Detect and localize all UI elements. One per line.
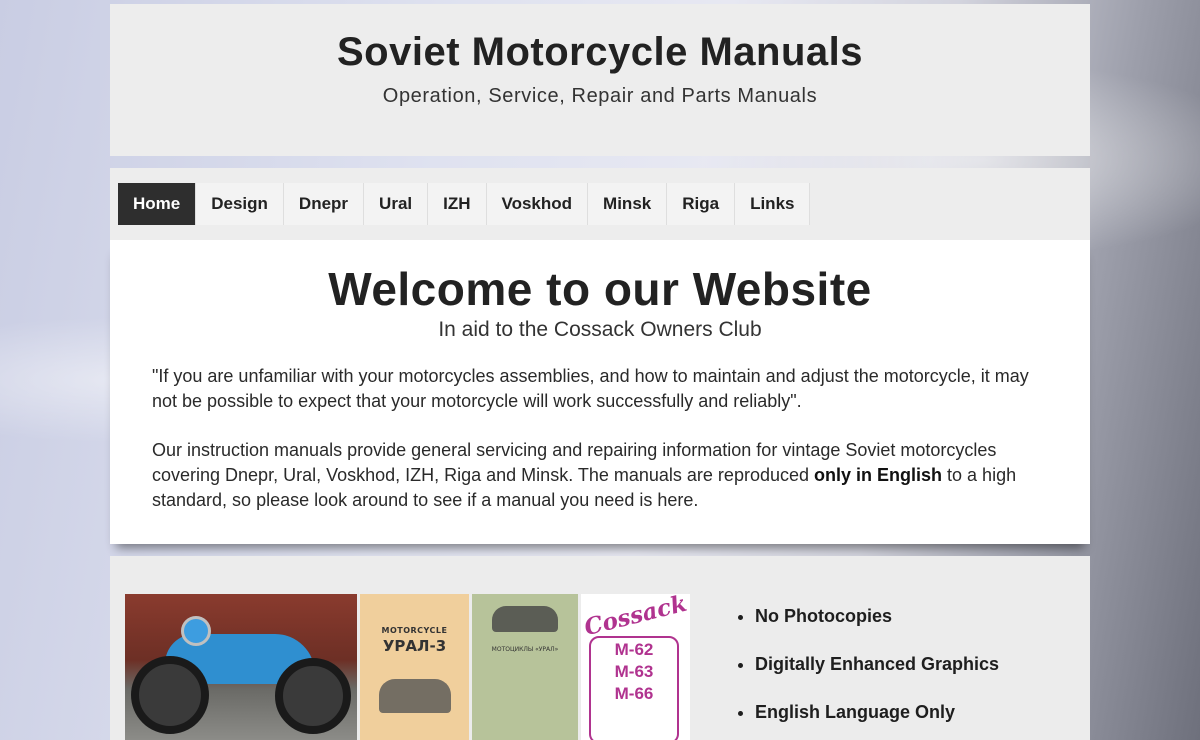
ural-manual-cover: МОТОЦИКЛЫ «УРАЛ»: [472, 594, 578, 740]
motorcycle-headlight: [181, 616, 211, 646]
nav-list: Home Design Dnepr Ural IZH Voskhod Minsk…: [118, 183, 811, 225]
ural-cover-title: МОТОЦИКЛЫ «УРАЛ»: [491, 646, 559, 653]
main-nav: Home Design Dnepr Ural IZH Voskhod Minsk…: [110, 168, 1090, 240]
nav-item-riga[interactable]: Riga: [667, 183, 736, 225]
intro-paragraph: Our instruction manuals provide general …: [110, 438, 1090, 513]
motorcycle-photo: [125, 594, 357, 740]
model-label: M-62: [614, 640, 654, 659]
cossack-models-box: M-62 M-63 M-66: [589, 636, 679, 740]
nav-item-dnepr[interactable]: Dnepr: [283, 183, 365, 225]
welcome-subtitle: In aid to the Cossack Owners Club: [438, 318, 762, 341]
model-label: M-63: [614, 662, 654, 681]
nav-item-minsk[interactable]: Minsk: [588, 183, 668, 225]
site-subtitle: Operation, Service, Repair and Parts Man…: [382, 85, 818, 107]
quote-paragraph: "If you are unfamiliar with your motorcy…: [152, 366, 1029, 411]
feature-item: No Photocopies: [755, 604, 999, 628]
model-label: M-66: [614, 684, 654, 703]
welcome-title: Welcome to our Website: [328, 263, 872, 315]
welcome-section: Welcome to our Website In aid to the Cos…: [110, 240, 1090, 544]
feature-item: Digitally Enhanced Graphics: [755, 652, 999, 676]
manual-gallery: MOTORCYCLE УРАЛ-3 МОТОЦИКЛЫ «УРАЛ» Cossa…: [125, 594, 690, 740]
site-title: Soviet Motorcycle Manuals: [337, 30, 863, 74]
sidecar-illustration-2: [492, 606, 558, 632]
site-header: Soviet Motorcycle Manuals Operation, Ser…: [110, 4, 1090, 156]
nav-item-ural[interactable]: Ural: [364, 183, 429, 225]
nav-item-voskhod[interactable]: Voskhod: [486, 183, 589, 225]
nav-item-design[interactable]: Design: [196, 183, 284, 225]
feature-section: MOTORCYCLE УРАЛ-3 МОТОЦИКЛЫ «УРАЛ» Cossa…: [110, 556, 1090, 740]
sidecar-illustration: [378, 679, 451, 713]
ural3-manual-cover: MOTORCYCLE УРАЛ-3: [360, 594, 469, 740]
motorcycle-rear-wheel: [275, 658, 351, 734]
nav-item-links[interactable]: Links: [735, 183, 811, 225]
motorcycle-front-wheel: [131, 656, 209, 734]
nav-item-izh[interactable]: IZH: [428, 183, 487, 225]
feature-list: No Photocopies Digitally Enhanced Graphi…: [735, 604, 999, 740]
ural3-cover-title: УРАЛ-3: [382, 637, 447, 655]
intro-emphasis: only in English: [814, 465, 943, 485]
cossack-logo: Cossack: [581, 594, 690, 642]
cossack-catalogue-cover: Cossack M-62 M-63 M-66: [581, 594, 690, 740]
nav-item-home[interactable]: Home: [118, 183, 197, 225]
ural3-cover-label: MOTORCYCLE: [381, 626, 448, 635]
feature-item: English Language Only: [755, 700, 999, 724]
